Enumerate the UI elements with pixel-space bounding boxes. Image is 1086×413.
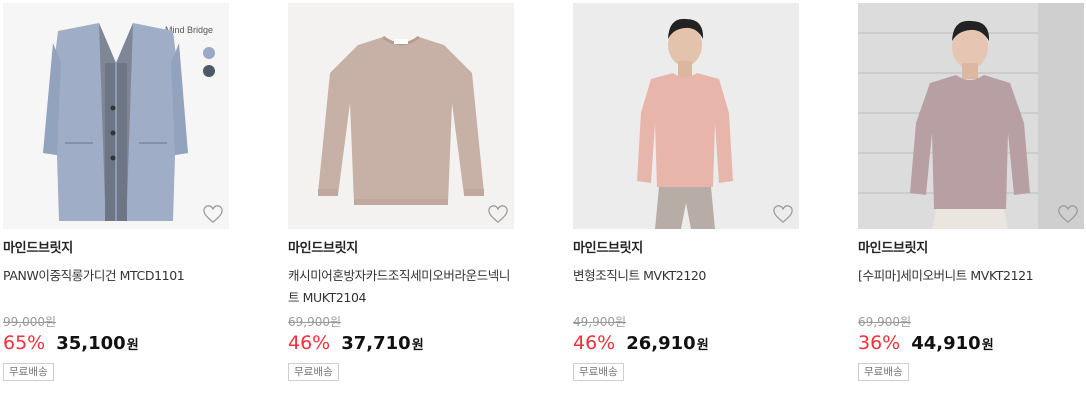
free-shipping-badge: 무료배송 [3,363,54,381]
wishlist-heart-icon[interactable] [772,204,794,224]
price-row: 46% 37,710 원 [288,332,516,358]
price-row: 36% 44,910 원 [858,332,1086,358]
product-brand[interactable]: 마인드브릿지 [573,241,801,257]
price-row: 65% 35,100 원 [3,332,231,358]
product-brand[interactable]: 마인드브릿지 [3,241,231,257]
currency-unit: 원 [981,338,994,353]
product-name[interactable]: 캐시미어혼방자카드조직세미오버라운드넥니트 MUKT2104 [288,265,516,309]
wishlist-heart-icon[interactable] [487,204,509,224]
sale-price: 37,710 [341,333,411,354]
product-brand[interactable]: 마인드브릿지 [288,241,516,257]
sweater-image [288,3,514,229]
product-image[interactable] [288,3,514,229]
model-image [573,3,799,229]
product-image[interactable] [573,3,799,229]
product-card[interactable]: 마인드브릿지 [수피마]세미오버니트 MVKT2121 69,900원 36% … [858,0,1086,381]
product-brand[interactable]: 마인드브릿지 [858,241,1086,257]
product-name[interactable]: [수피마]세미오버니트 MVKT2121 [858,265,1086,309]
original-price: 99,000원 [3,315,57,329]
wishlist-heart-icon[interactable] [202,204,224,224]
discount-rate: 65% [3,332,46,354]
product-image[interactable]: Mind Bridge [3,3,229,229]
product-name[interactable]: PANW이중직롱가디건 MTCD1101 [3,265,231,309]
discount-rate: 46% [288,332,331,354]
cardigan-image: Mind Bridge [3,3,229,229]
currency-unit: 원 [411,338,424,353]
product-grid: Mind Bridge 마인드브릿지 PANW이중직롱가디건 MTCD1101 … [0,0,1086,413]
product-card[interactable]: Mind Bridge 마인드브릿지 PANW이중직롱가디건 MTCD1101 … [3,0,231,381]
currency-unit: 원 [696,338,709,353]
product-image[interactable] [858,3,1084,229]
free-shipping-badge: 무료배송 [288,363,339,381]
product-name[interactable]: 변형조직니트 MVKT2120 [573,265,801,309]
model-image [858,3,1084,229]
original-price: 69,900원 [288,315,342,329]
sale-price: 35,100 [56,333,126,354]
product-card[interactable]: 마인드브릿지 변형조직니트 MVKT2120 49,900원 46% 26,91… [573,0,801,381]
product-card[interactable]: 마인드브릿지 캐시미어혼방자카드조직세미오버라운드넥니트 MUKT2104 69… [288,0,516,381]
discount-rate: 46% [573,332,616,354]
sale-price: 44,910 [911,333,981,354]
free-shipping-badge: 무료배송 [573,363,624,381]
original-price: 49,900원 [573,315,627,329]
free-shipping-badge: 무료배송 [858,363,909,381]
swatch-blue [203,47,215,59]
original-price: 69,900원 [858,315,912,329]
currency-unit: 원 [126,338,139,353]
price-row: 46% 26,910 원 [573,332,801,358]
wishlist-heart-icon[interactable] [1057,204,1079,224]
discount-rate: 36% [858,332,901,354]
swatch-charcoal [203,65,215,77]
sale-price: 26,910 [626,333,696,354]
